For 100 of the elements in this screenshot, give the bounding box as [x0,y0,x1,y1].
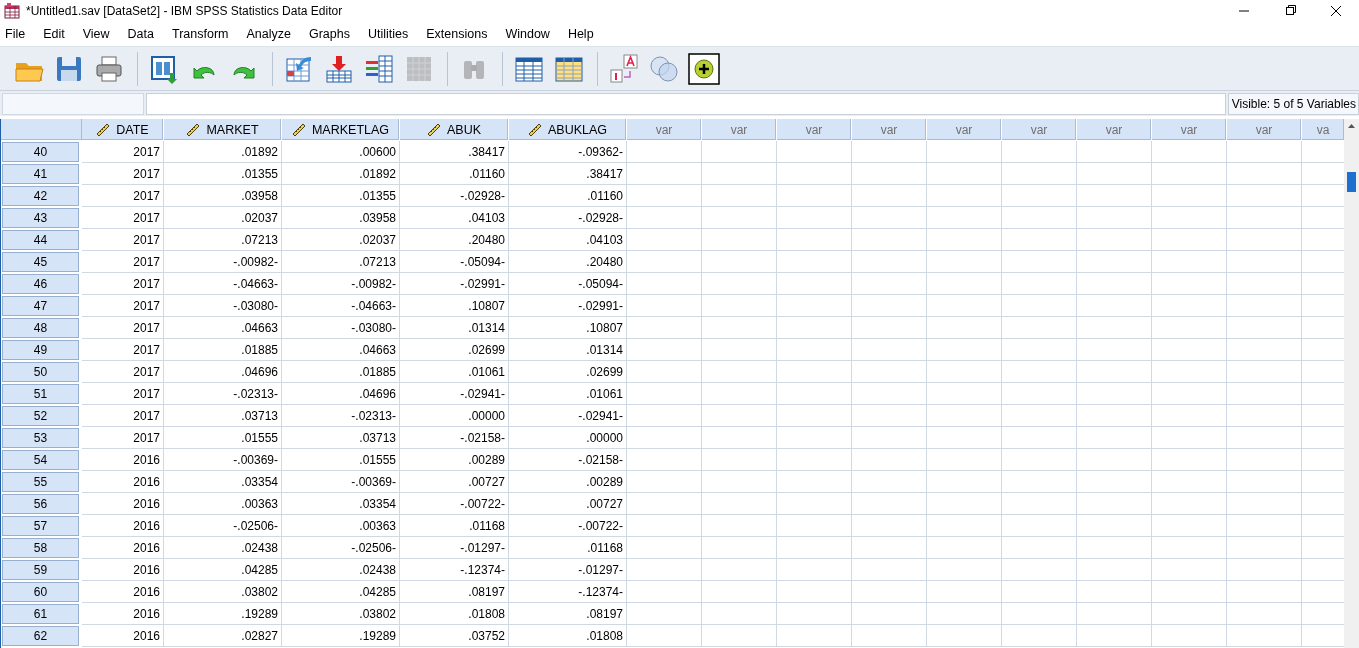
row-number[interactable]: 43 [1,207,80,229]
empty-cell[interactable] [927,185,1002,207]
empty-cell[interactable] [1152,625,1227,647]
menu-item[interactable]: Data [122,27,163,41]
empty-cell[interactable] [852,581,927,603]
select-all-corner[interactable] [1,119,82,140]
empty-cell[interactable] [702,559,777,581]
empty-cell[interactable] [627,295,702,317]
empty-cell[interactable] [852,405,927,427]
column-header[interactable]: MARKET [164,119,282,141]
empty-cell[interactable] [1152,207,1227,229]
empty-cell[interactable] [627,537,702,559]
empty-cell[interactable] [1077,559,1152,581]
row-number[interactable]: 50 [1,361,80,383]
empty-cell[interactable] [627,141,702,163]
empty-cell[interactable] [1152,493,1227,515]
empty-cell[interactable] [702,603,777,625]
row-number[interactable]: 58 [1,537,80,559]
empty-cell[interactable] [1152,339,1227,361]
row-number[interactable]: 55 [1,471,80,493]
column-header[interactable]: var [1152,119,1227,141]
empty-cell[interactable] [927,559,1002,581]
empty-cell[interactable] [1002,559,1077,581]
empty-cell[interactable] [777,515,852,537]
empty-cell[interactable] [777,163,852,185]
row-number[interactable]: 49 [1,339,80,361]
empty-cell[interactable] [1227,339,1302,361]
empty-cell[interactable] [1077,339,1152,361]
empty-cell[interactable] [1002,229,1077,251]
column-header[interactable]: va [1302,119,1344,141]
empty-cell[interactable] [777,383,852,405]
empty-cell[interactable] [1227,449,1302,471]
empty-cell[interactable] [702,405,777,427]
empty-cell[interactable] [1077,449,1152,471]
empty-cell[interactable] [702,185,777,207]
empty-cell[interactable] [1227,603,1302,625]
empty-cell[interactable] [927,427,1002,449]
menu-item[interactable]: Analyze [241,27,300,41]
empty-cell[interactable] [1077,625,1152,647]
insert-column-icon[interactable] [363,52,395,85]
empty-cell[interactable] [627,603,702,625]
empty-cell[interactable] [777,185,852,207]
empty-cell[interactable] [1227,383,1302,405]
column-header[interactable]: var [702,119,777,141]
empty-cell[interactable] [1227,251,1302,273]
empty-cell[interactable] [852,559,927,581]
menu-item[interactable]: Graphs [303,27,359,41]
empty-cell[interactable] [1152,251,1227,273]
empty-cell[interactable] [1227,185,1302,207]
menu-item[interactable]: View [77,27,119,41]
empty-cell[interactable] [1152,163,1227,185]
row-number[interactable]: 45 [1,251,80,273]
row-number[interactable]: 51 [1,383,80,405]
empty-cell[interactable] [1077,185,1152,207]
empty-cell[interactable] [1077,295,1152,317]
empty-cell[interactable] [1227,163,1302,185]
empty-cell[interactable] [927,603,1002,625]
column-header[interactable]: var [852,119,927,141]
row-number[interactable]: 40 [1,141,80,163]
empty-cell[interactable] [777,603,852,625]
empty-cell[interactable] [777,537,852,559]
empty-cell[interactable] [1227,427,1302,449]
empty-cell[interactable] [627,339,702,361]
empty-cell[interactable] [1227,515,1302,537]
column-header[interactable]: var [627,119,702,141]
empty-cell[interactable] [627,361,702,383]
cell-reference-field[interactable] [2,92,144,115]
empty-cell[interactable] [702,207,777,229]
empty-cell[interactable] [702,449,777,471]
empty-cell[interactable] [627,317,702,339]
empty-cell[interactable] [777,361,852,383]
empty-cell[interactable] [777,273,852,295]
empty-cell[interactable] [927,229,1002,251]
empty-cell[interactable] [1002,449,1077,471]
empty-cell[interactable] [702,273,777,295]
empty-cell[interactable] [702,581,777,603]
empty-cell[interactable] [927,581,1002,603]
empty-cell[interactable] [1002,295,1077,317]
empty-cell[interactable] [927,625,1002,647]
column-header[interactable]: var [1227,119,1302,141]
empty-cell[interactable] [1227,625,1302,647]
empty-cell[interactable] [702,251,777,273]
row-number[interactable]: 53 [1,427,80,449]
empty-cell[interactable] [1077,581,1152,603]
empty-cell[interactable] [852,471,927,493]
empty-cell[interactable] [852,273,927,295]
empty-cell[interactable] [1002,493,1077,515]
empty-cell[interactable] [1077,405,1152,427]
empty-cell[interactable] [852,361,927,383]
empty-cell[interactable] [927,383,1002,405]
empty-cell[interactable] [702,295,777,317]
empty-cell[interactable] [777,625,852,647]
menu-item[interactable]: Window [500,27,559,41]
empty-cell[interactable] [777,427,852,449]
empty-cell[interactable] [852,317,927,339]
empty-cell[interactable] [1002,537,1077,559]
empty-cell[interactable] [1077,383,1152,405]
empty-cell[interactable] [852,383,927,405]
column-header[interactable]: var [777,119,852,141]
empty-cell[interactable] [702,339,777,361]
